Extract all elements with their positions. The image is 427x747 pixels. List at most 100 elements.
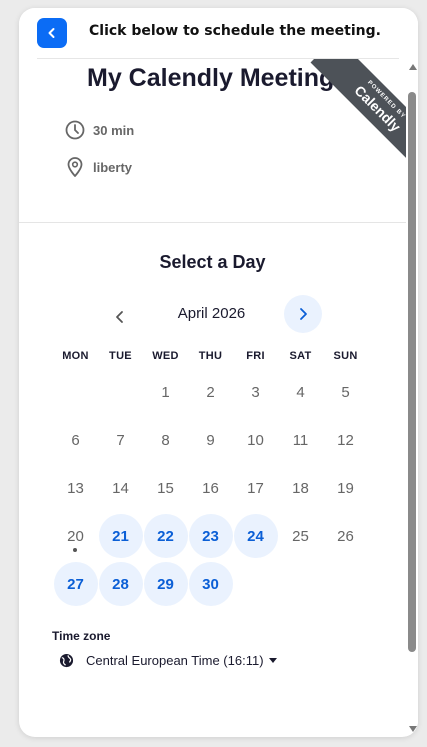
back-button[interactable] [37,18,67,48]
timezone-value: Central European Time (16:11) [86,653,264,668]
weekday-sun: SUN [333,350,358,362]
scroll-down-arrow-icon[interactable] [409,726,417,732]
day-number: 5 [341,383,350,401]
available-day-button[interactable]: 22 [143,514,188,558]
location-row: liberty [65,156,132,178]
day-29[interactable]: 29 [143,560,188,608]
location-text: liberty [93,159,133,175]
day-number: 11 [292,431,309,449]
day-30[interactable]: 30 [188,560,233,608]
header-title: Click below to schedule the meeting. [89,23,381,39]
day-number: 17 [247,479,264,497]
available-day-button[interactable]: 27 [53,562,98,606]
chevron-right-icon [300,308,307,320]
day-2: 2 [188,368,233,416]
duration-text: 30 min [93,122,135,138]
day-number: 7 [116,431,125,449]
day-13: 13 [53,464,98,512]
day-number: 30 [202,575,219,593]
available-day-button[interactable]: 24 [233,514,278,558]
day-number: 13 [67,479,84,497]
globe-icon [59,653,74,668]
day-17: 17 [233,464,278,512]
caret-down-icon [268,658,277,663]
day-18: 18 [278,464,323,512]
day-number: 4 [296,383,305,401]
day-12: 12 [323,416,368,464]
day-number: 28 [112,575,129,593]
day-10: 10 [233,416,278,464]
day-number: 29 [157,575,174,593]
day-number: 23 [202,527,219,545]
scheduling-card: Click below to schedule the meeting. My … [19,8,418,737]
weekday-mon: MON [62,350,89,362]
weekday-thu: THU [198,350,223,362]
scroll-up-arrow-icon[interactable] [409,64,417,70]
day-1: 1 [143,368,188,416]
day-11: 11 [278,416,323,464]
day-number: 18 [292,479,309,497]
day-number: 22 [157,527,174,545]
month-label: April 2026 [177,305,246,322]
clock-icon [65,120,85,140]
day-number: 2 [206,383,215,401]
day-number: 15 [157,479,174,497]
weekday-fri: FRI [246,350,265,362]
day-5: 5 [323,368,368,416]
header-bar: Click below to schedule the meeting. [19,8,418,58]
section-divider [19,222,406,223]
day-20: 20 [53,512,98,560]
available-day-button[interactable]: 29 [143,562,188,606]
scrollbar-thumb[interactable] [408,92,416,652]
day-number: 26 [337,527,354,545]
day-16: 16 [188,464,233,512]
day-14: 14 [98,464,143,512]
powered-by-ribbon[interactable]: POWERED BY Calendly [306,59,406,159]
calendar-grid: 1 2 3 4 5 6 7 8 9 10 11 12 13 14 15 16 17 18 19 20 21 22 23 24 2… [53,368,368,608]
duration-row: 30 min [65,120,134,140]
day-number: 21 [112,527,129,545]
today-indicator [73,548,77,552]
available-day-button[interactable]: 30 [188,562,233,606]
day-25: 25 [278,512,323,560]
scroll-content[interactable]: My Calendly Meeting POWERED BY Calendly … [19,59,406,737]
scrollbar[interactable] [406,59,418,737]
day-7: 7 [98,416,143,464]
day-number: 19 [337,479,354,497]
day-number: 27 [67,575,84,593]
weekday-wed: WED [152,350,179,362]
location-pin-icon [67,157,83,177]
chevron-left-icon [116,311,123,323]
day-6: 6 [53,416,98,464]
available-day-button[interactable]: 23 [188,514,233,558]
day-9: 9 [188,416,233,464]
day-number: 25 [292,527,309,545]
day-15: 15 [143,464,188,512]
available-day-button[interactable]: 21 [98,514,143,558]
day-26: 26 [323,512,368,560]
day-number: 3 [251,383,260,401]
day-number: 20 [67,527,84,545]
day-23[interactable]: 23 [188,512,233,560]
day-number: 10 [247,431,264,449]
timezone-selector[interactable]: Central European Time (16:11) [59,653,277,668]
day-19: 19 [323,464,368,512]
day-number: 24 [247,527,264,545]
previous-month-button[interactable] [106,303,134,331]
day-3: 3 [233,368,278,416]
day-number: 14 [112,479,129,497]
day-22[interactable]: 22 [143,512,188,560]
day-number: 6 [71,431,80,449]
day-24[interactable]: 24 [233,512,278,560]
event-title: My Calendly Meeting [87,64,335,92]
day-number: 8 [161,431,170,449]
day-21[interactable]: 21 [98,512,143,560]
next-month-button[interactable] [284,295,322,333]
day-number: 9 [206,431,215,449]
available-day-button[interactable]: 28 [98,562,143,606]
day-28[interactable]: 28 [98,560,143,608]
day-empty [53,368,98,416]
ribbon-banner[interactable]: POWERED BY Calendly [310,59,406,159]
day-number: 16 [202,479,219,497]
day-27[interactable]: 27 [53,560,98,608]
